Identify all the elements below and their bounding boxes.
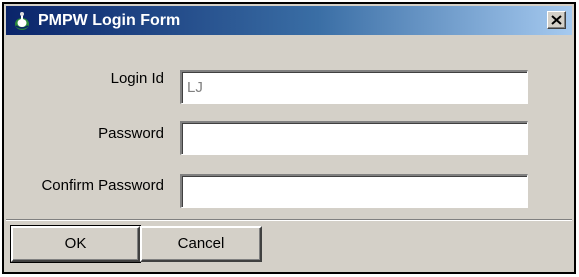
- confirm-password-input[interactable]: [180, 174, 528, 208]
- login-dialog: PMPW Login Form Login Id Password Confir…: [2, 2, 576, 274]
- password-input[interactable]: [180, 121, 528, 155]
- button-bar: OK Cancel: [6, 219, 572, 271]
- confirm-password-label: Confirm Password: [41, 177, 164, 194]
- login-id-input[interactable]: [180, 70, 528, 104]
- ok-button[interactable]: OK: [10, 225, 141, 263]
- close-icon: [551, 15, 562, 25]
- window-title: PMPW Login Form: [38, 12, 181, 29]
- close-button[interactable]: [547, 11, 566, 29]
- title-bar[interactable]: PMPW Login Form: [6, 6, 572, 35]
- cancel-button[interactable]: Cancel: [140, 226, 262, 262]
- screenshot-frame: PMPW Login Form Login Id Password Confir…: [0, 0, 579, 277]
- login-id-label: Login Id: [110, 70, 164, 87]
- password-label: Password: [98, 125, 164, 142]
- app-icon: [12, 11, 32, 31]
